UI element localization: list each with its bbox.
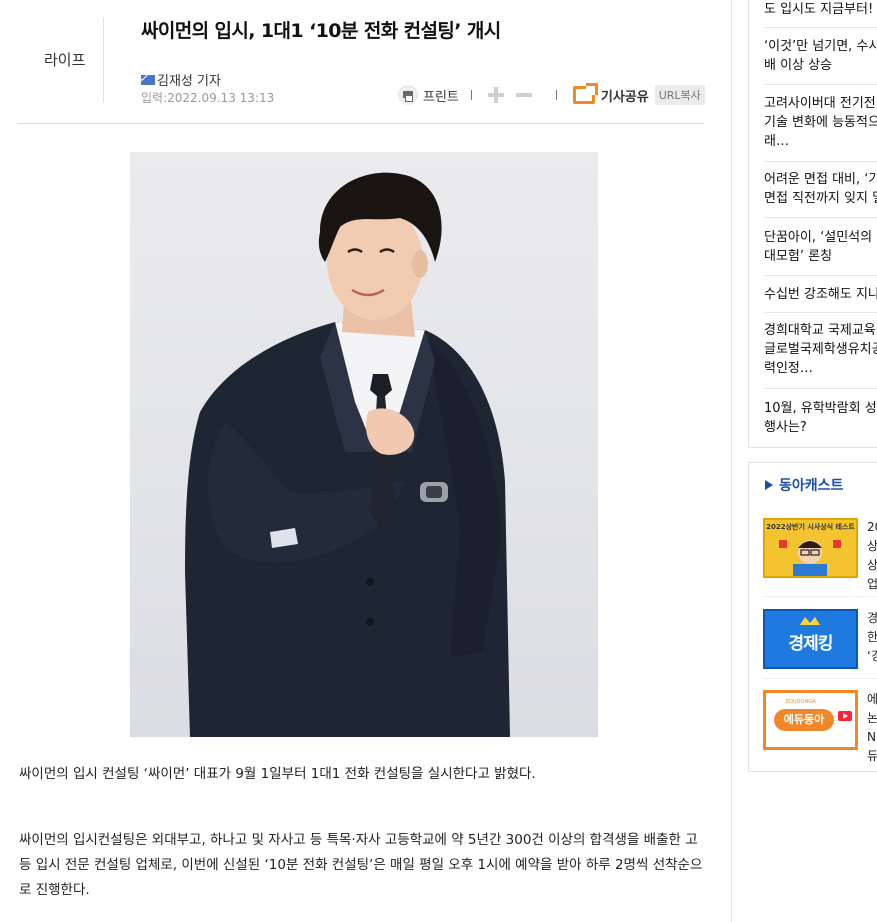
publish-date: 입력:2022.09.13 13:13: [141, 91, 275, 105]
cast-thumbnail-edudonga[interactable]: EDUDONGA 에듀동아: [763, 690, 858, 750]
cast-item-line[interactable]: 상: [867, 537, 877, 556]
rank-item-line[interactable]: 단꿈아이, ‘설민석의 ː: [764, 228, 877, 247]
rank-item-line[interactable]: 수십번 강조해도 지나: [764, 285, 877, 304]
sidebar: 도 입시도 지금부터! ‘이것’만 넘기면, 수시 배 이상 상승 고려사이버대…: [748, 0, 877, 922]
article-column: 라이프 싸이먼의 입시, 1대1 ‘10분 전화 컨설팅’ 개시 김재성 기자 …: [0, 0, 732, 922]
cast-title-label[interactable]: 동아캐스트: [779, 475, 843, 495]
rank-item-line[interactable]: 고려사이버대 전기전: [764, 94, 877, 113]
cast-item-line[interactable]: 경: [867, 609, 877, 628]
section-name[interactable]: 라이프: [44, 49, 85, 70]
cast-thumbnail-economy[interactable]: 경제킹: [763, 609, 858, 669]
cast-item-text[interactable]: 에 논 N 듀: [867, 690, 877, 766]
rank-item-line[interactable]: 어려운 면접 대비, ‘기: [764, 170, 877, 189]
rank-divider: [764, 161, 877, 162]
rank-item[interactable]: 단꿈아이, ‘설민석의 ː 대모험’ 론칭: [764, 228, 877, 266]
cast-item-line[interactable]: 듀: [867, 747, 877, 766]
rank-item[interactable]: 고려사이버대 전기전 기술 변화에 능동적으 래…: [764, 94, 877, 151]
rank-item-line[interactable]: ‘이것’만 넘기면, 수시: [764, 37, 877, 56]
cast-item-text[interactable]: 20 상 상 업: [867, 518, 877, 594]
thumbnail-logo-text: 에듀동아: [774, 709, 834, 731]
cast-item-text[interactable]: 경 한 ‘경: [867, 609, 877, 666]
rank-item-line[interactable]: 력인정…: [764, 359, 877, 378]
rank-divider: [764, 27, 877, 28]
cast-thumbnail-quiz[interactable]: 2022상반기 시사상식 테스트: [763, 518, 858, 578]
article-toolbar: 프린트 기사공유 URL복사: [398, 83, 705, 106]
cast-item-line[interactable]: 에: [867, 690, 877, 709]
rank-item-line[interactable]: 배 이상 상승: [764, 56, 877, 75]
rank-item[interactable]: 도 입시도 지금부터!: [764, 0, 877, 19]
youtube-icon: [838, 711, 852, 721]
share-button[interactable]: 기사공유: [601, 86, 649, 105]
quiz-character-icon: [779, 540, 841, 576]
rank-item-line[interactable]: 대모험’ 론칭: [764, 247, 877, 266]
cast-item-line[interactable]: 업: [867, 575, 877, 594]
font-decrease-icon[interactable]: [515, 87, 532, 103]
rank-item-line[interactable]: 면접 직전까지 잊지 밀: [764, 189, 877, 208]
cast-item-line[interactable]: 20: [867, 518, 877, 537]
byline[interactable]: 김재성 기자: [141, 70, 221, 89]
rank-divider: [764, 84, 877, 85]
rank-item-line[interactable]: 글로벌국제학생유치공: [764, 340, 877, 359]
rank-item-line[interactable]: 도 입시도 지금부터!: [764, 0, 877, 19]
cast-item-line[interactable]: ‘경: [867, 647, 877, 666]
rank-item[interactable]: ‘이것’만 넘기면, 수시 배 이상 상승: [764, 37, 877, 75]
article-paragraph: 싸이먼의 입시 컨설팅 ‘싸이먼’ 대표가 9월 1일부터 1대1 전화 컨설팅…: [19, 766, 536, 782]
rank-item[interactable]: 수십번 강조해도 지나: [764, 285, 877, 304]
print-button[interactable]: 프린트: [423, 86, 459, 105]
article-title: 싸이먼의 입시, 1대1 ‘10분 전화 컨설팅’ 개시: [141, 20, 501, 42]
share-icon[interactable]: [572, 83, 598, 104]
section-divider: [103, 18, 104, 102]
print-icon[interactable]: [398, 85, 418, 105]
rank-divider: [764, 312, 877, 313]
rank-item[interactable]: 어려운 면접 대비, ‘기 면접 직전까지 잊지 밀: [764, 170, 877, 208]
triangle-right-icon: [765, 480, 773, 490]
author-name[interactable]: 김재성 기자: [157, 70, 221, 89]
rank-item-line[interactable]: 기술 변화에 능동적으: [764, 113, 877, 132]
article-paragraph: 싸이먼의 입시컨설팅은 외대부고, 하나고 및 자사고 등 특목·자사 고등학교…: [19, 832, 703, 898]
rank-divider: [764, 217, 877, 218]
cast-item-line[interactable]: N: [867, 728, 877, 747]
font-increase-icon[interactable]: [487, 87, 504, 103]
rank-divider: [764, 388, 877, 389]
rank-item-line[interactable]: 행사는?: [764, 418, 877, 437]
toolbar-divider: [470, 90, 472, 100]
cast-item-line[interactable]: 논: [867, 709, 877, 728]
rank-divider: [764, 275, 877, 276]
thumbnail-caption: EDUDONGA: [786, 699, 816, 705]
mail-icon[interactable]: [141, 74, 155, 85]
rank-item-line[interactable]: 10월, 유학박람회 성: [764, 399, 877, 418]
cast-divider: [763, 596, 877, 597]
header-divider: [18, 123, 704, 124]
cast-divider: [763, 678, 877, 679]
toolbar-divider: [555, 90, 557, 100]
url-copy-button[interactable]: URL복사: [654, 85, 705, 105]
crown-icon: [800, 617, 820, 625]
cast-title[interactable]: 동아캐스트: [765, 475, 843, 495]
rank-item-line[interactable]: 래…: [764, 132, 877, 151]
rank-item[interactable]: 경희대학교 국제교육 글로벌국제학생유치공 력인정…: [764, 321, 877, 378]
cast-item-line[interactable]: 한: [867, 628, 877, 647]
rank-item[interactable]: 10월, 유학박람회 성 행사는?: [764, 399, 877, 437]
article-photo: [130, 152, 598, 737]
cast-item-line[interactable]: 상: [867, 556, 877, 575]
rank-item-line[interactable]: 경희대학교 국제교육: [764, 321, 877, 340]
